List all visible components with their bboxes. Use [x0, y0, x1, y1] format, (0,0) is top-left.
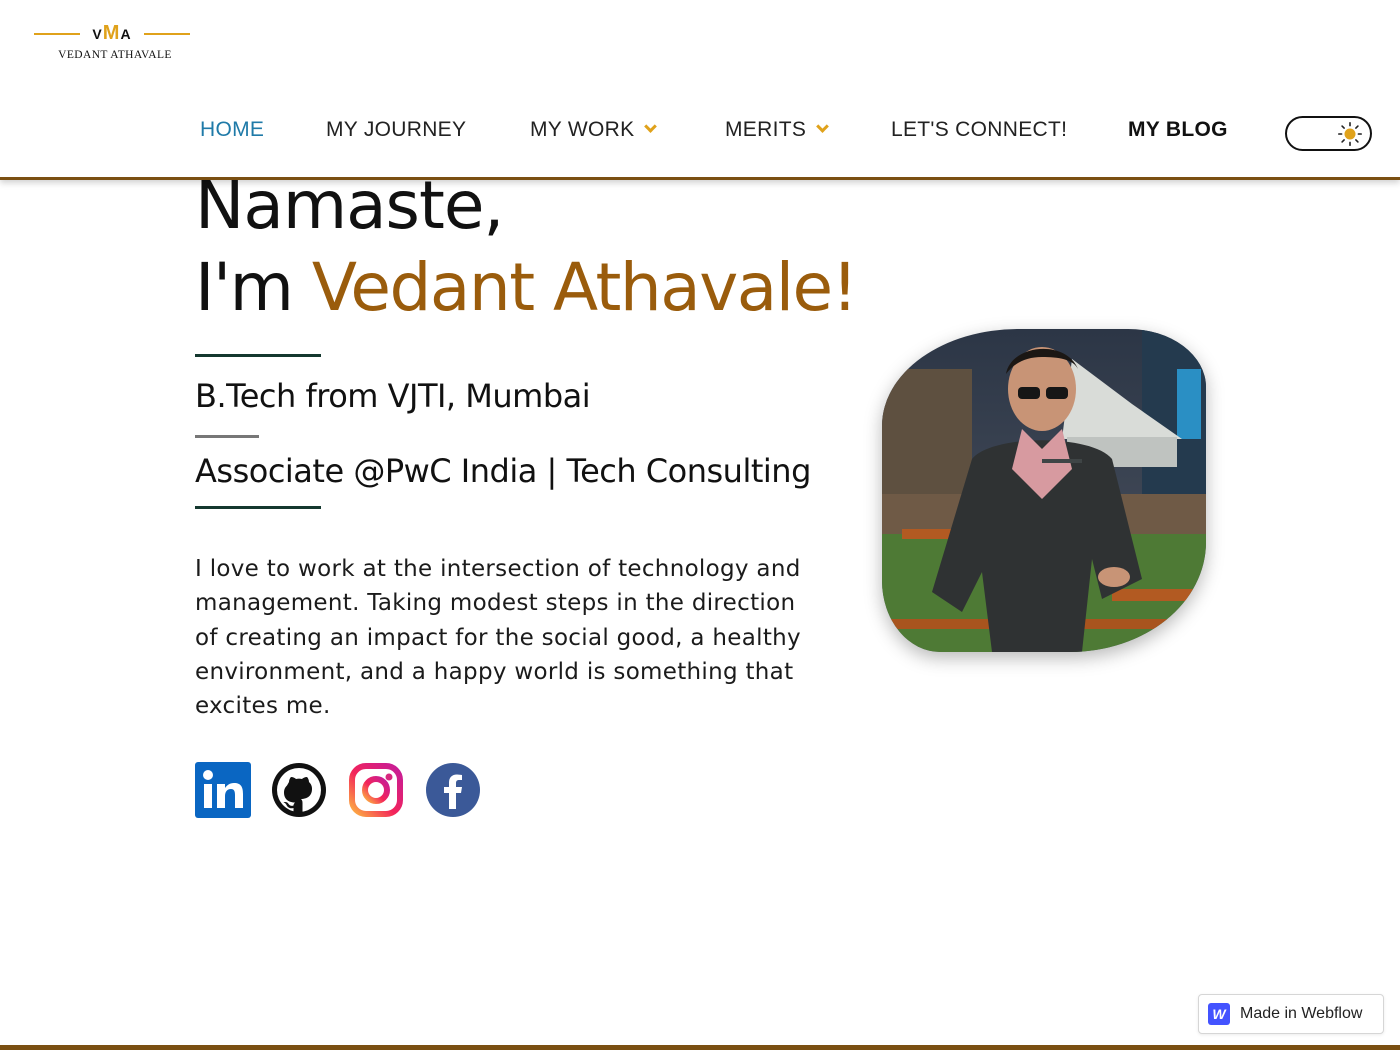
- nav-merits[interactable]: MERITS: [725, 118, 830, 142]
- hero-intro: I'm Vedant Athavale!: [195, 248, 858, 328]
- chevron-down-icon: [816, 120, 830, 133]
- made-in-webflow-badge[interactable]: W Made in Webflow: [1198, 994, 1384, 1034]
- nav-home[interactable]: HOME: [200, 118, 264, 142]
- divider: [195, 435, 259, 438]
- divider: [195, 506, 321, 509]
- nav-lets-connect[interactable]: LET'S CONNECT!: [891, 118, 1067, 142]
- profile-photo: [882, 329, 1206, 652]
- linkedin-icon[interactable]: [195, 762, 251, 818]
- divider: [195, 354, 321, 357]
- role-line: Associate @PwC India | Tech Consulting: [195, 452, 811, 490]
- chevron-down-icon: [644, 120, 658, 133]
- instagram-icon[interactable]: [348, 762, 404, 818]
- nav-my-journey[interactable]: MY JOURNEY: [326, 118, 466, 142]
- nav-my-blog[interactable]: MY BLOG: [1128, 118, 1228, 142]
- site-logo[interactable]: VMA VEDANT ATHAVALE: [34, 22, 190, 66]
- github-icon[interactable]: [271, 762, 327, 818]
- theme-toggle[interactable]: [1285, 116, 1372, 151]
- education-line: B.Tech from VJTI, Mumbai: [195, 377, 591, 415]
- sun-icon: [1338, 122, 1362, 146]
- nav-merits-label: MERITS: [725, 118, 807, 141]
- webflow-logo-icon: W: [1208, 1003, 1230, 1025]
- nav-my-work[interactable]: MY WORK: [530, 118, 658, 142]
- bio-paragraph: I love to work at the intersection of te…: [195, 556, 801, 720]
- hero-intro-prefix: I'm: [195, 249, 312, 326]
- facebook-icon[interactable]: [425, 762, 481, 818]
- nav-my-work-label: MY WORK: [530, 118, 635, 141]
- logo-monogram: VMA: [92, 22, 132, 44]
- hero-name: Vedant Athavale!: [311, 249, 858, 326]
- footer-bar: [0, 1045, 1400, 1050]
- logo-name: VEDANT ATHAVALE: [58, 49, 172, 61]
- webflow-badge-label: Made in Webflow: [1240, 1005, 1363, 1022]
- profile-photo-art: [882, 329, 1206, 652]
- site-header: VMA VEDANT ATHAVALE HOME MY JOURNEY MY W…: [0, 0, 1400, 180]
